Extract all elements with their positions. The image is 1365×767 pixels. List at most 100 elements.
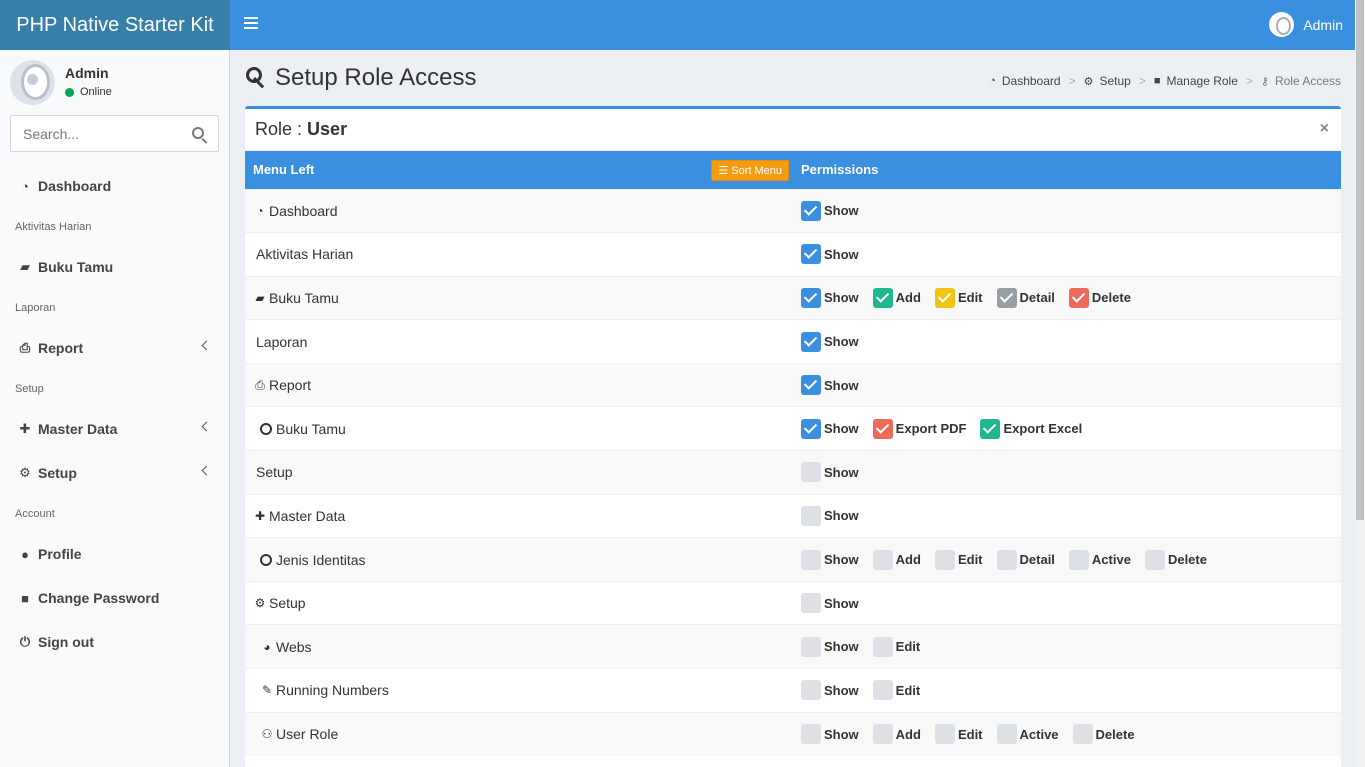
breadcrumb-manage-role[interactable]: Manage Role [1167,74,1238,88]
permission-show[interactable]: Show [801,375,859,396]
sidebar-toggle-icon[interactable] [244,17,258,31]
close-icon[interactable]: × [1320,120,1329,138]
permission-delete[interactable]: Delete [1144,549,1207,570]
user-panel: Admin Online [10,60,112,106]
checkbox-unchecked[interactable] [801,636,821,657]
sidebar-item-change-password[interactable]: ■ Change Password [0,576,229,620]
checkbox-checked[interactable] [1068,287,1089,308]
chevron-left-icon[interactable] [201,340,212,351]
sidebar-item-master-data[interactable]: ✚ Master Data [0,407,229,451]
checkbox-checked[interactable] [996,287,1017,308]
permissions: Show Add Edit Active Delete [801,724,1333,745]
permission-show[interactable]: Show [801,462,859,483]
permission-label: Active [1019,726,1059,742]
checkbox-checked[interactable] [801,418,821,439]
permission-detail[interactable]: Detail [996,549,1055,570]
menu-name-text: Report [269,377,312,394]
checkbox-unchecked[interactable] [1144,549,1165,570]
checkbox-unchecked[interactable] [872,680,893,701]
checkbox-unchecked[interactable] [934,549,955,570]
checkbox-unchecked[interactable] [996,724,1017,745]
checkbox-unchecked[interactable] [872,636,893,657]
permission-add[interactable]: Add [872,549,921,570]
permission-show[interactable]: Show [801,680,859,701]
permission-export-excel[interactable]: Export Excel [980,418,1082,439]
checkbox-unchecked[interactable] [1072,724,1093,745]
permission-edit[interactable]: Edit [934,549,983,570]
breadcrumb-setup[interactable]: Setup [1099,74,1130,88]
checkbox-unchecked[interactable] [801,724,821,745]
permission-export-pdf[interactable]: Export PDF [872,418,966,439]
checkbox-unchecked[interactable] [801,549,821,570]
permission-show[interactable]: Show [801,200,859,221]
checkbox-checked[interactable] [801,200,821,221]
checkbox-checked[interactable] [980,418,1001,439]
checkbox-checked[interactable] [801,287,821,308]
checkbox-checked[interactable] [801,331,821,352]
sidebar-item-sign-out[interactable]: ⏻ Sign out [0,620,229,664]
checkbox-unchecked[interactable] [801,680,821,701]
permission-label: Delete [1091,290,1131,306]
breadcrumb-dashboard[interactable]: Dashboard [1002,74,1061,88]
sidebar-item-profile[interactable]: ● Profile [0,532,229,576]
nav-avatar [1269,12,1295,37]
search-icon[interactable] [192,127,204,139]
permission-show[interactable]: Show [801,331,859,352]
search-input[interactable] [11,116,171,151]
checkbox-checked[interactable] [872,287,893,308]
sidebar-item-report[interactable]: ⎙ Report [0,326,229,370]
permission-show[interactable]: Show [801,505,859,526]
checkbox-unchecked[interactable] [801,593,821,614]
permission-edit[interactable]: Edit [872,680,920,701]
checkbox-checked[interactable] [872,418,893,439]
permission-show[interactable]: Show [801,724,859,745]
user-menu[interactable]: Admin [1269,12,1343,37]
cogs-icon: ⚙ [19,465,31,480]
permission-active[interactable]: Active [1068,549,1131,570]
sidebar-search [10,115,219,152]
permission-label: Edit [957,290,983,306]
sidebar-item-buku-tamu[interactable]: ▰ Buku Tamu [0,245,229,289]
permission-show[interactable]: Show [801,287,859,308]
checkbox-unchecked[interactable] [801,462,821,483]
sort-menu-button[interactable]: ☰ Sort Menu [711,160,789,181]
brand-logo[interactable]: PHP Native Starter Kit [0,0,230,50]
sidebar-item-setup[interactable]: ⚙ Setup [0,451,229,495]
permission-show[interactable]: Show [801,418,859,439]
checkbox-unchecked[interactable] [1068,549,1089,570]
permission-delete[interactable]: Delete [1072,724,1135,745]
permission-label: Show [824,639,859,655]
chevron-left-icon[interactable] [201,421,212,432]
permission-show[interactable]: Show [801,549,859,570]
checkbox-unchecked[interactable] [872,549,893,570]
permission-add[interactable]: Add [872,287,921,308]
scrollbar-thumb[interactable] [1356,0,1364,520]
online-dot-icon [65,87,74,97]
menu-name: ⎙ Report [253,377,785,393]
permission-show[interactable]: Show [801,244,859,265]
checkbox-unchecked[interactable] [872,724,893,745]
permission-show[interactable]: Show [801,593,859,614]
avatar [10,60,55,105]
table-row: ◕ Webs Show Edit [245,624,1341,669]
permission-add[interactable]: Add [872,724,921,745]
sidebar-item-dashboard[interactable]: ◔ Dashboard [0,164,229,208]
permission-detail[interactable]: Detail [996,287,1055,308]
role-access-box: Role : User × Menu Left ☰ Sort Menu Perm… [245,106,1341,767]
permission-label: Show [824,552,859,568]
permission-label: Show [824,246,859,262]
checkbox-checked[interactable] [801,244,821,265]
checkbox-checked[interactable] [934,287,955,308]
permission-show[interactable]: Show [801,636,859,657]
chevron-left-icon[interactable] [201,465,212,476]
permission-edit[interactable]: Edit [934,287,983,308]
checkbox-unchecked[interactable] [934,724,955,745]
permission-active[interactable]: Active [996,724,1059,745]
checkbox-unchecked[interactable] [996,549,1017,570]
menu-name-text: Aktivitas Harian [256,246,354,263]
permission-delete[interactable]: Delete [1068,287,1131,308]
permission-edit[interactable]: Edit [872,636,920,657]
checkbox-unchecked[interactable] [801,505,821,526]
checkbox-checked[interactable] [801,375,821,396]
permission-edit[interactable]: Edit [934,724,983,745]
